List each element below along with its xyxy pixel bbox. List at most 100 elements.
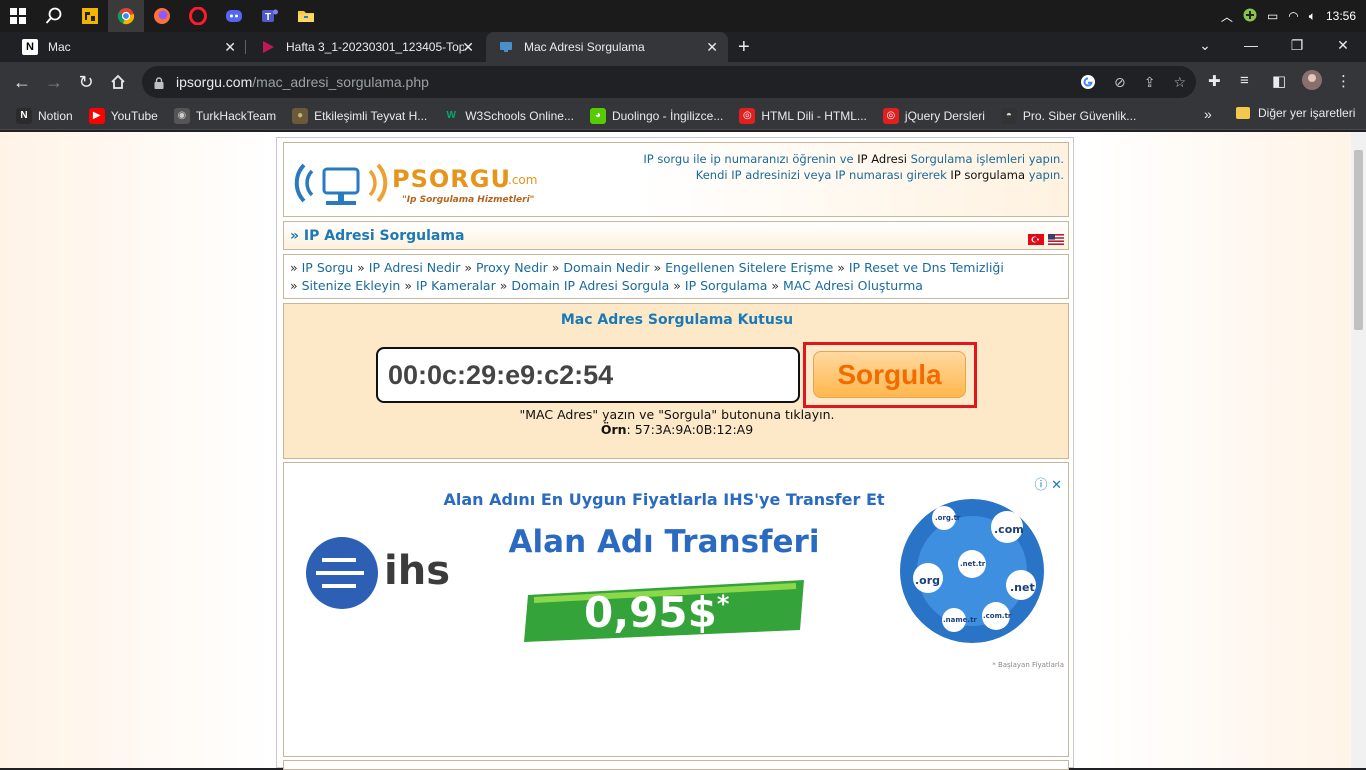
- firefox-icon[interactable]: [144, 0, 180, 32]
- hint-text: "MAC Adres" yazın ve "Sorgula" butonuna …: [519, 407, 835, 422]
- file-explorer-icon[interactable]: [288, 0, 324, 32]
- tab-separator: [245, 40, 246, 54]
- google-icon[interactable]: [1080, 74, 1096, 93]
- chevron-up-icon[interactable]: ︿: [1221, 8, 1233, 25]
- example-value: : 57:3A:9A:0B:12:A9: [626, 422, 754, 437]
- ad-price-star: *: [716, 590, 730, 618]
- site-icon: [498, 39, 514, 55]
- lock-icon[interactable]: [154, 76, 164, 89]
- header-text-strong: IP Adresi: [857, 152, 907, 166]
- media-icon[interactable]: ≡: [1240, 72, 1249, 89]
- ad-tld-label: .name.tr: [943, 616, 977, 624]
- home-icon[interactable]: [106, 70, 130, 94]
- mac-query-box: Mac Adres Sorgulama Kutusu 00:0c:29:e9:c…: [283, 303, 1069, 459]
- volume-icon[interactable]: 🔈︎: [1309, 9, 1316, 24]
- windows-start-icon[interactable]: [0, 0, 36, 32]
- close-tab-icon[interactable]: ✕: [224, 39, 236, 56]
- section-title: » IP Adresi Sorgulama: [290, 228, 465, 244]
- logo-suffix: .com: [508, 173, 538, 187]
- bookmark-item[interactable]: N Notion: [16, 107, 73, 124]
- section-title-bar: » IP Adresi Sorgulama: [283, 221, 1069, 250]
- nav-link[interactable]: Domain IP Adresi Sorgula: [511, 278, 669, 293]
- reload-icon[interactable]: ↻: [74, 70, 98, 94]
- scrollbar-thumb[interactable]: [1354, 150, 1363, 330]
- wifi-icon[interactable]: ◠: [1288, 9, 1298, 23]
- tab-mac[interactable]: N Mac ✕: [10, 32, 246, 62]
- system-tray: ︿ ▭ ◠ 🔈︎ 13:56: [1221, 0, 1366, 32]
- close-tab-icon[interactable]: ✕: [462, 39, 474, 56]
- header-text-strong: IP sorgulama: [950, 168, 1026, 182]
- battery-icon[interactable]: ▭: [1267, 9, 1278, 23]
- bookmark-label: TurkHackTeam: [195, 108, 277, 123]
- tab-title: Hafta 3_1-20230301_123405-Toplantı: [286, 40, 464, 54]
- bookmark-favicon-icon: ▶: [88, 107, 105, 124]
- other-bookmarks-folder[interactable]: Diğer yer işaretleri: [1236, 106, 1355, 120]
- bookmark-item[interactable]: W W3Schools Online...: [443, 108, 574, 124]
- ad-price: 0,95$*: [584, 588, 729, 637]
- nav-link[interactable]: IP Sorgu: [302, 260, 354, 275]
- more-bookmarks-icon[interactable]: »: [1204, 106, 1212, 122]
- tab-hafta[interactable]: Hafta 3_1-20230301_123405-Toplantı ✕: [248, 32, 484, 62]
- profile-avatar[interactable]: [1302, 70, 1322, 94]
- restore-icon[interactable]: ❐: [1274, 32, 1320, 58]
- ad-tld-label: .com: [994, 523, 1024, 536]
- app-yellow-icon[interactable]: [72, 0, 108, 32]
- side-panel-icon[interactable]: ◧: [1272, 72, 1286, 90]
- ad-headline: Alan Adını En Uygun Fiyatlarla IHS'ye Tr…: [443, 490, 885, 509]
- bookmark-item[interactable]: ◕ Duolingo - İngilizce...: [589, 107, 723, 124]
- bookmark-label: jQuery Dersleri: [904, 108, 985, 123]
- ihs-ad-banner[interactable]: ⓘ ✕ ihs Alan Adını En Uygun Fiyatlarla I…: [284, 470, 1068, 671]
- tracking-off-icon[interactable]: ⊘: [1114, 74, 1126, 93]
- nav-link[interactable]: IP Sorgulama: [685, 278, 768, 293]
- turkey-flag-icon[interactable]: [1028, 232, 1044, 245]
- header-intro-text: IP sorgu ile ip numaranızı öğrenin ve IP…: [643, 151, 1064, 183]
- bookmark-star-icon[interactable]: ☆: [1173, 74, 1186, 93]
- nav-link[interactable]: IP Kameralar: [416, 278, 496, 293]
- bookmark-favicon-icon: ◎: [739, 107, 756, 124]
- mac-address-input[interactable]: 00:0c:29:e9:c2:54: [376, 347, 800, 403]
- extensions-icon[interactable]: ✚: [1208, 72, 1221, 90]
- address-bar[interactable]: ipsorgu.com/mac_adresi_sorgulama.php ⊘ ⇪…: [142, 66, 1196, 98]
- ipsorgu-logo[interactable]: PSORGU .com "Ip Sorgulama Hizmetleri": [290, 151, 540, 211]
- close-tab-icon[interactable]: ✕: [706, 39, 718, 56]
- nav-separator: »: [499, 278, 512, 293]
- bookmark-item[interactable]: ◉ TurkHackTeam: [173, 107, 277, 124]
- bookmark-label: Pro. Siber Güvenlik...: [1022, 108, 1137, 123]
- bookmark-favicon-icon: ◉: [173, 107, 190, 124]
- usa-flag-icon[interactable]: [1048, 232, 1064, 245]
- search-icon[interactable]: [36, 0, 72, 32]
- bookmark-item[interactable]: ◎ jQuery Dersleri: [882, 107, 985, 124]
- clock-time[interactable]: 13:56: [1326, 9, 1356, 23]
- nav-link[interactable]: Sitenize Ekleyin: [302, 278, 401, 293]
- page-scrollbar[interactable]: [1351, 132, 1366, 768]
- discord-icon[interactable]: [216, 0, 252, 32]
- nav-link[interactable]: MAC Adresi Oluşturma: [783, 278, 923, 293]
- nav-separator: »: [290, 278, 302, 293]
- bookmark-label: HTML Dili - HTML...: [761, 108, 867, 123]
- nav-link[interactable]: IP Reset ve Dns Temizliği: [849, 260, 1004, 275]
- bookmark-item[interactable]: ● Etkileşimli Teyvat H...: [292, 107, 427, 124]
- teams-icon[interactable]: T: [252, 0, 288, 32]
- back-icon[interactable]: ←: [10, 70, 34, 94]
- sorgula-button[interactable]: Sorgula: [813, 351, 966, 398]
- share-icon[interactable]: ⇪: [1144, 74, 1156, 93]
- nav-link[interactable]: Domain Nedir: [563, 260, 649, 275]
- forward-icon[interactable]: →: [42, 70, 66, 94]
- nav-link[interactable]: Proxy Nedir: [476, 260, 548, 275]
- bookmark-item[interactable]: ▶ YouTube: [88, 107, 158, 124]
- minimize-icon[interactable]: —: [1228, 32, 1274, 58]
- bookmark-item[interactable]: ◓ Pro. Siber Güvenlik...: [1000, 107, 1137, 124]
- new-tab-icon[interactable]: +: [738, 36, 750, 59]
- close-window-icon[interactable]: ✕: [1320, 32, 1366, 58]
- nav-link[interactable]: Engellenen Sitelere Erişme: [665, 260, 833, 275]
- chrome-menu-icon[interactable]: ⋮: [1336, 72, 1351, 90]
- tab-search-chevron-icon[interactable]: ⌄: [1182, 32, 1228, 58]
- bookmark-item[interactable]: ◎ HTML Dili - HTML...: [739, 107, 867, 124]
- nav-separator: »: [771, 278, 784, 293]
- nav-link[interactable]: IP Adresi Nedir: [369, 260, 461, 275]
- chrome-icon[interactable]: [108, 0, 144, 32]
- tray-app-icon[interactable]: [1243, 8, 1257, 25]
- opera-icon[interactable]: [180, 0, 216, 32]
- header-text-part: yapın.: [1025, 168, 1064, 182]
- tab-mac-adresi-sorgulama[interactable]: Mac Adresi Sorgulama ✕: [486, 32, 728, 62]
